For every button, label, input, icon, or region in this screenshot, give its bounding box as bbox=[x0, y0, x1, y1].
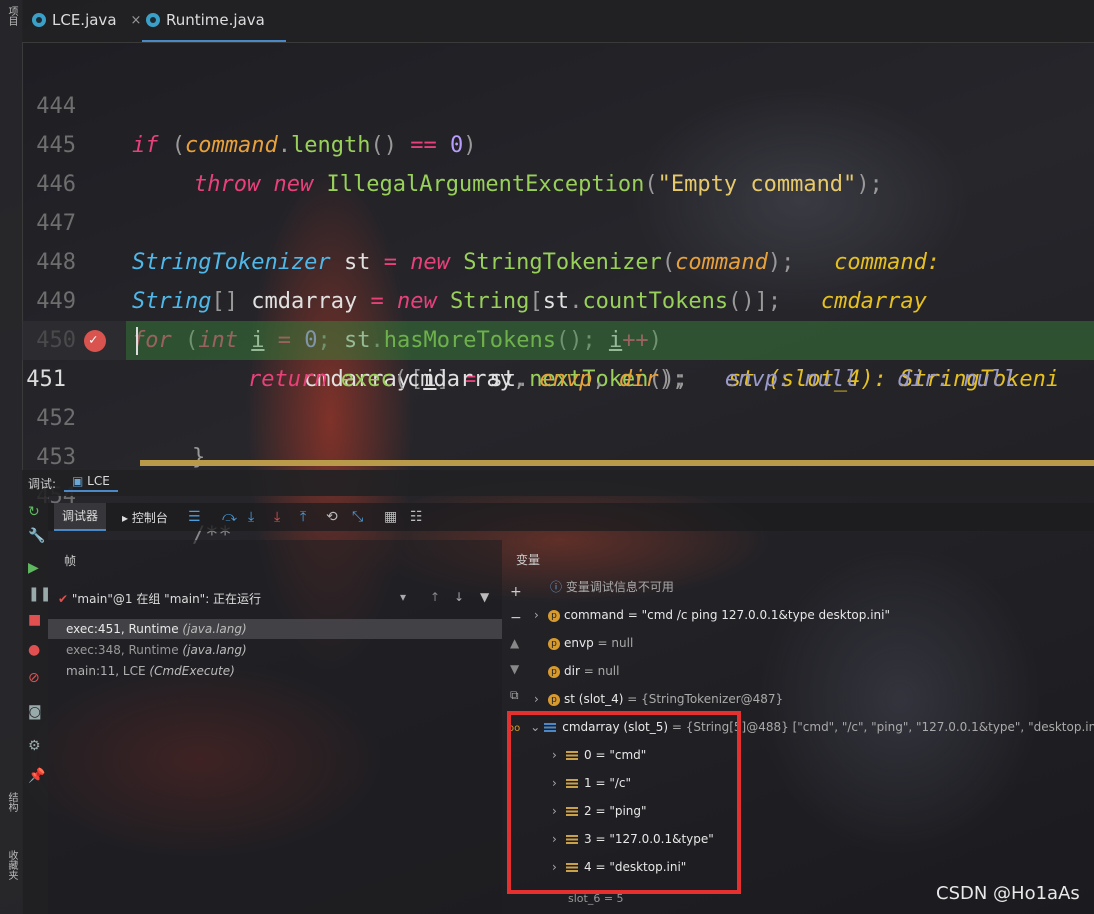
frames-panel: 帧 ✔ "main"@1 在组 "main": 正在运行 ▾ ↑ ↓ ▼ exe… bbox=[48, 540, 502, 914]
code-line: 444 if (command.length() == 0) bbox=[22, 48, 1094, 158]
highlight-annotation-box bbox=[507, 711, 741, 894]
chevron-right-icon: › bbox=[534, 608, 539, 622]
variable-row[interactable]: p envp = null bbox=[548, 632, 633, 654]
tab-label: LCE.java bbox=[52, 11, 117, 29]
add-watch-icon[interactable]: + bbox=[510, 584, 522, 600]
watermark: CSDN @Ho1aAs bbox=[936, 883, 1080, 904]
trace-icon[interactable]: ☷ bbox=[410, 509, 423, 525]
up-arrow-icon[interactable]: ↑ bbox=[430, 590, 440, 604]
tab-debugger[interactable]: 调试器 bbox=[54, 503, 107, 531]
variables-title: 变量 bbox=[516, 553, 541, 567]
code-line: 452 } bbox=[22, 360, 1094, 470]
left-tool-strip: 项目 结构 收藏夹 bbox=[0, 0, 23, 914]
tab-label: Runtime.java bbox=[166, 11, 265, 29]
chevron-down-icon[interactable]: ▾ bbox=[400, 590, 406, 604]
settings-wrench-icon[interactable]: 🔧 bbox=[28, 528, 45, 544]
stack-frame[interactable]: exec:451, Runtime (java.lang) bbox=[48, 619, 502, 639]
editor-divider[interactable] bbox=[140, 460, 1094, 466]
code-line: 453 bbox=[22, 399, 1094, 470]
frames-title: 帧 bbox=[64, 554, 77, 568]
tab-console[interactable]: ▸ 控制台 bbox=[122, 509, 168, 526]
stack-frame[interactable]: exec:348, Runtime (java.lang) bbox=[66, 640, 502, 660]
debug-session-tab[interactable]: ▣ LCE bbox=[64, 472, 118, 492]
thread-running-check-icon: ✔ bbox=[58, 592, 69, 606]
editor-tab-bar: LCE.java × Runtime.java bbox=[22, 0, 1094, 43]
view-breakpoints-icon[interactable]: ● bbox=[28, 642, 40, 658]
code-line: 445 throw new IllegalArgumentException("… bbox=[22, 87, 1094, 197]
parameter-icon: p bbox=[548, 637, 560, 650]
code-line: 448 String[] cmdarray = new String[st.co… bbox=[22, 204, 1094, 314]
breakpoint-icon[interactable] bbox=[84, 321, 106, 360]
parameter-icon: p bbox=[548, 665, 560, 678]
gear-icon[interactable]: ⚙ bbox=[28, 738, 41, 754]
code-line: 449 for (int i = 0; st.hasMoreTokens(); … bbox=[22, 243, 1094, 353]
step-into-icon[interactable]: ⤓ bbox=[248, 509, 254, 525]
variable-row[interactable]: › p st (slot_4) = {StringTokenizer@487} bbox=[534, 688, 783, 710]
info-message: ⓘ 变量调试信息不可用 bbox=[550, 580, 674, 594]
thread-selector[interactable]: ✔ "main"@1 在组 "main": 正在运行 ▾ ↑ ↓ ▼ bbox=[58, 590, 498, 608]
parameter-icon: p bbox=[548, 693, 560, 706]
stack-frame[interactable]: main:11, LCE (CmdExecute) bbox=[66, 661, 502, 681]
text-caret bbox=[136, 327, 138, 355]
run-to-cursor-icon[interactable]: ⤡ bbox=[352, 509, 363, 525]
java-class-icon bbox=[146, 13, 160, 27]
copy-icon[interactable]: ⧉ bbox=[510, 688, 519, 703]
tab-lce-java[interactable]: LCE.java × bbox=[32, 0, 144, 40]
code-editor[interactable]: 444 if (command.length() == 0) 445 throw… bbox=[22, 42, 1094, 548]
tab-runtime-java[interactable]: Runtime.java bbox=[142, 0, 286, 42]
code-line: 450 cmdarray[i] = st.nextToken(); st (sl… bbox=[22, 282, 1094, 392]
favorites-tool-label[interactable]: 收藏夹 bbox=[3, 850, 19, 880]
move-up-icon[interactable]: ▲ bbox=[510, 636, 519, 650]
layout-icon[interactable]: ☰ bbox=[188, 509, 201, 525]
step-out-icon[interactable]: ⤒ bbox=[300, 509, 306, 525]
variable-row[interactable]: p dir = null bbox=[548, 660, 619, 682]
camera-icon[interactable]: ◙ bbox=[28, 704, 42, 720]
step-over-icon[interactable]: ⤼ bbox=[222, 509, 237, 525]
drop-frame-icon[interactable]: ⟲ bbox=[326, 509, 338, 525]
rerun-icon[interactable]: ↻ bbox=[28, 504, 40, 520]
evaluate-expression-icon[interactable]: ▦ bbox=[384, 509, 397, 525]
remove-watch-icon[interactable]: − bbox=[510, 610, 522, 626]
run-config-icon: ▣ bbox=[72, 474, 84, 488]
mute-breakpoints-icon[interactable]: ⊘ bbox=[28, 670, 40, 686]
parameter-icon: p bbox=[548, 609, 560, 622]
close-icon[interactable]: × bbox=[131, 13, 142, 28]
console-icon: ▸ bbox=[122, 511, 129, 525]
structure-tool-label[interactable]: 结构 bbox=[3, 792, 19, 812]
java-class-icon bbox=[32, 13, 46, 27]
pin-icon[interactable]: 📌 bbox=[28, 768, 45, 784]
debug-tool-header: 调试: ▣ LCE bbox=[22, 470, 1094, 496]
thread-label: "main"@1 在组 "main": 正在运行 bbox=[71, 592, 262, 606]
force-step-into-icon[interactable]: ⤓ bbox=[274, 509, 280, 525]
debug-action-bar: ↻ 🔧 ▶ ❚❚ ■ ● ⊘ ◙ ⚙ 📌 bbox=[22, 496, 51, 914]
code-line: 446 bbox=[22, 126, 1094, 197]
chevron-right-icon: › bbox=[534, 692, 539, 706]
debug-toolbar: 调试器 ▸ 控制台 ☰ ⤼ ⤓ ⤓ ⤒ ⟲ ⤡ ▦ ☷ bbox=[48, 503, 1094, 531]
stop-icon[interactable]: ■ bbox=[28, 612, 41, 628]
gutter-line-451: 451 bbox=[22, 321, 126, 392]
down-arrow-icon[interactable]: ↓ bbox=[454, 590, 464, 604]
filter-icon[interactable]: ▼ bbox=[480, 590, 489, 604]
current-execution-line: return exec(cmdarray, envp, dir); envp: … bbox=[126, 321, 1094, 392]
project-tool-label[interactable]: 项目 bbox=[3, 6, 19, 26]
info-icon: ⓘ bbox=[550, 580, 563, 594]
move-down-icon[interactable]: ▼ bbox=[510, 662, 519, 676]
resume-icon[interactable]: ▶ bbox=[28, 560, 39, 576]
code-line: 447 StringTokenizer st = new StringToken… bbox=[22, 165, 1094, 275]
variable-row[interactable]: › p command = "cmd /c ping 127.0.0.1&type … bbox=[534, 604, 890, 626]
debug-label: 调试: bbox=[28, 477, 57, 491]
